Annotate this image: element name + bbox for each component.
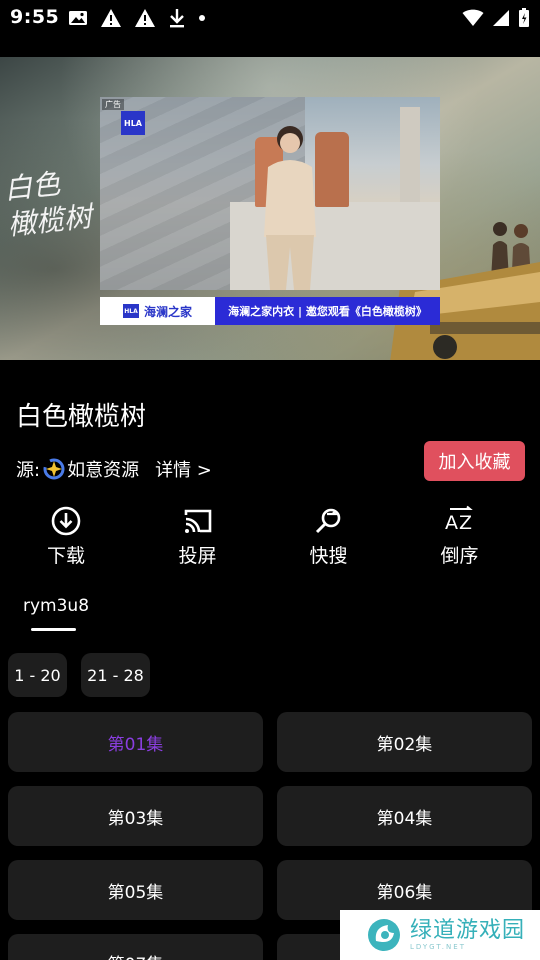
brand-mini-logo: HLA — [122, 304, 139, 318]
episode-button[interactable]: 第02集 — [277, 712, 532, 772]
episode-button[interactable]: 第03集 — [8, 786, 263, 846]
sort-az-icon: AZ — [445, 505, 473, 534]
ad-logo-text: HLA — [124, 118, 142, 128]
source-row: 源: 如意资源 详情 > — [16, 456, 212, 482]
episode-button[interactable]: 第04集 — [277, 786, 532, 846]
ad-banner[interactable]: HLA 海澜之家 海澜之家内衣 | 邀您观看《白色橄榄树》 — [100, 297, 440, 325]
watermark-name: 绿道游戏园 — [410, 918, 526, 943]
download-icon — [170, 9, 184, 28]
signal-icon — [493, 10, 509, 26]
range-chip-21-28[interactable]: 21 - 28 — [81, 653, 150, 697]
tab-active-indicator — [31, 628, 76, 631]
svg-text:Z: Z — [459, 512, 472, 534]
svg-text:A: A — [445, 512, 458, 534]
download-icon — [51, 506, 81, 536]
dot-icon — [199, 15, 205, 21]
range-chip-1-20[interactable]: 1 - 20 — [8, 653, 67, 697]
status-bar: 9:55 — [0, 0, 540, 36]
episode-button[interactable]: 第05集 — [8, 860, 263, 920]
reverse-order-label: 倒序 — [440, 545, 479, 567]
episode-button[interactable]: 第01集 — [8, 712, 263, 772]
ad-image[interactable] — [100, 97, 440, 290]
reverse-order-button[interactable]: AZ 倒序 — [394, 505, 525, 575]
ad-brand: HLA 海澜之家 — [100, 297, 215, 325]
site-watermark: 绿道游戏园 LDYGT.NET — [340, 910, 540, 960]
ad-slogan: 海澜之家内衣 | 邀您观看《白色橄榄树》 — [215, 297, 440, 325]
source-prefix: 源: — [16, 460, 41, 481]
tab-source-rym3u8[interactable]: rym3u8 — [23, 596, 89, 616]
ad-brand-name: 海澜之家 — [143, 304, 192, 319]
add-favorite-button[interactable]: 加入收藏 — [424, 441, 525, 481]
action-bar: 下载 投屏 快搜 AZ 倒序 — [0, 505, 540, 575]
quick-search-button[interactable]: 快搜 — [263, 505, 394, 575]
status-system-icons — [462, 7, 530, 29]
watermark-logo-icon — [368, 919, 400, 951]
wifi-icon — [462, 9, 484, 26]
image-icon — [69, 11, 87, 25]
download-label: 下载 — [46, 545, 85, 567]
source-emoji-icon — [43, 458, 65, 480]
warning-icon — [135, 9, 155, 27]
battery-icon — [519, 8, 529, 27]
status-notifications — [68, 7, 206, 29]
source-name[interactable]: 如意资源 — [67, 456, 139, 482]
details-link[interactable]: 详情 > — [155, 456, 212, 482]
ad-logo: HLA — [121, 111, 145, 135]
cast-icon — [184, 509, 211, 533]
warning-icon — [101, 9, 121, 27]
cast-label: 投屏 — [178, 545, 217, 567]
cast-button[interactable]: 投屏 — [132, 505, 263, 575]
quick-search-label: 快搜 — [309, 545, 348, 567]
status-time: 9:55 — [10, 6, 60, 28]
show-title: 白色橄榄树 — [16, 402, 147, 432]
poster-title-art: 白色 橄榄树 — [2, 162, 101, 243]
ad-model-figure — [264, 126, 316, 290]
quick-search-icon — [315, 508, 340, 534]
episode-button[interactable]: 第07集 — [8, 934, 263, 960]
ad-badge: 广告 — [102, 99, 124, 110]
download-button[interactable]: 下载 — [0, 505, 132, 575]
watermark-url: LDYGT.NET — [410, 943, 466, 951]
